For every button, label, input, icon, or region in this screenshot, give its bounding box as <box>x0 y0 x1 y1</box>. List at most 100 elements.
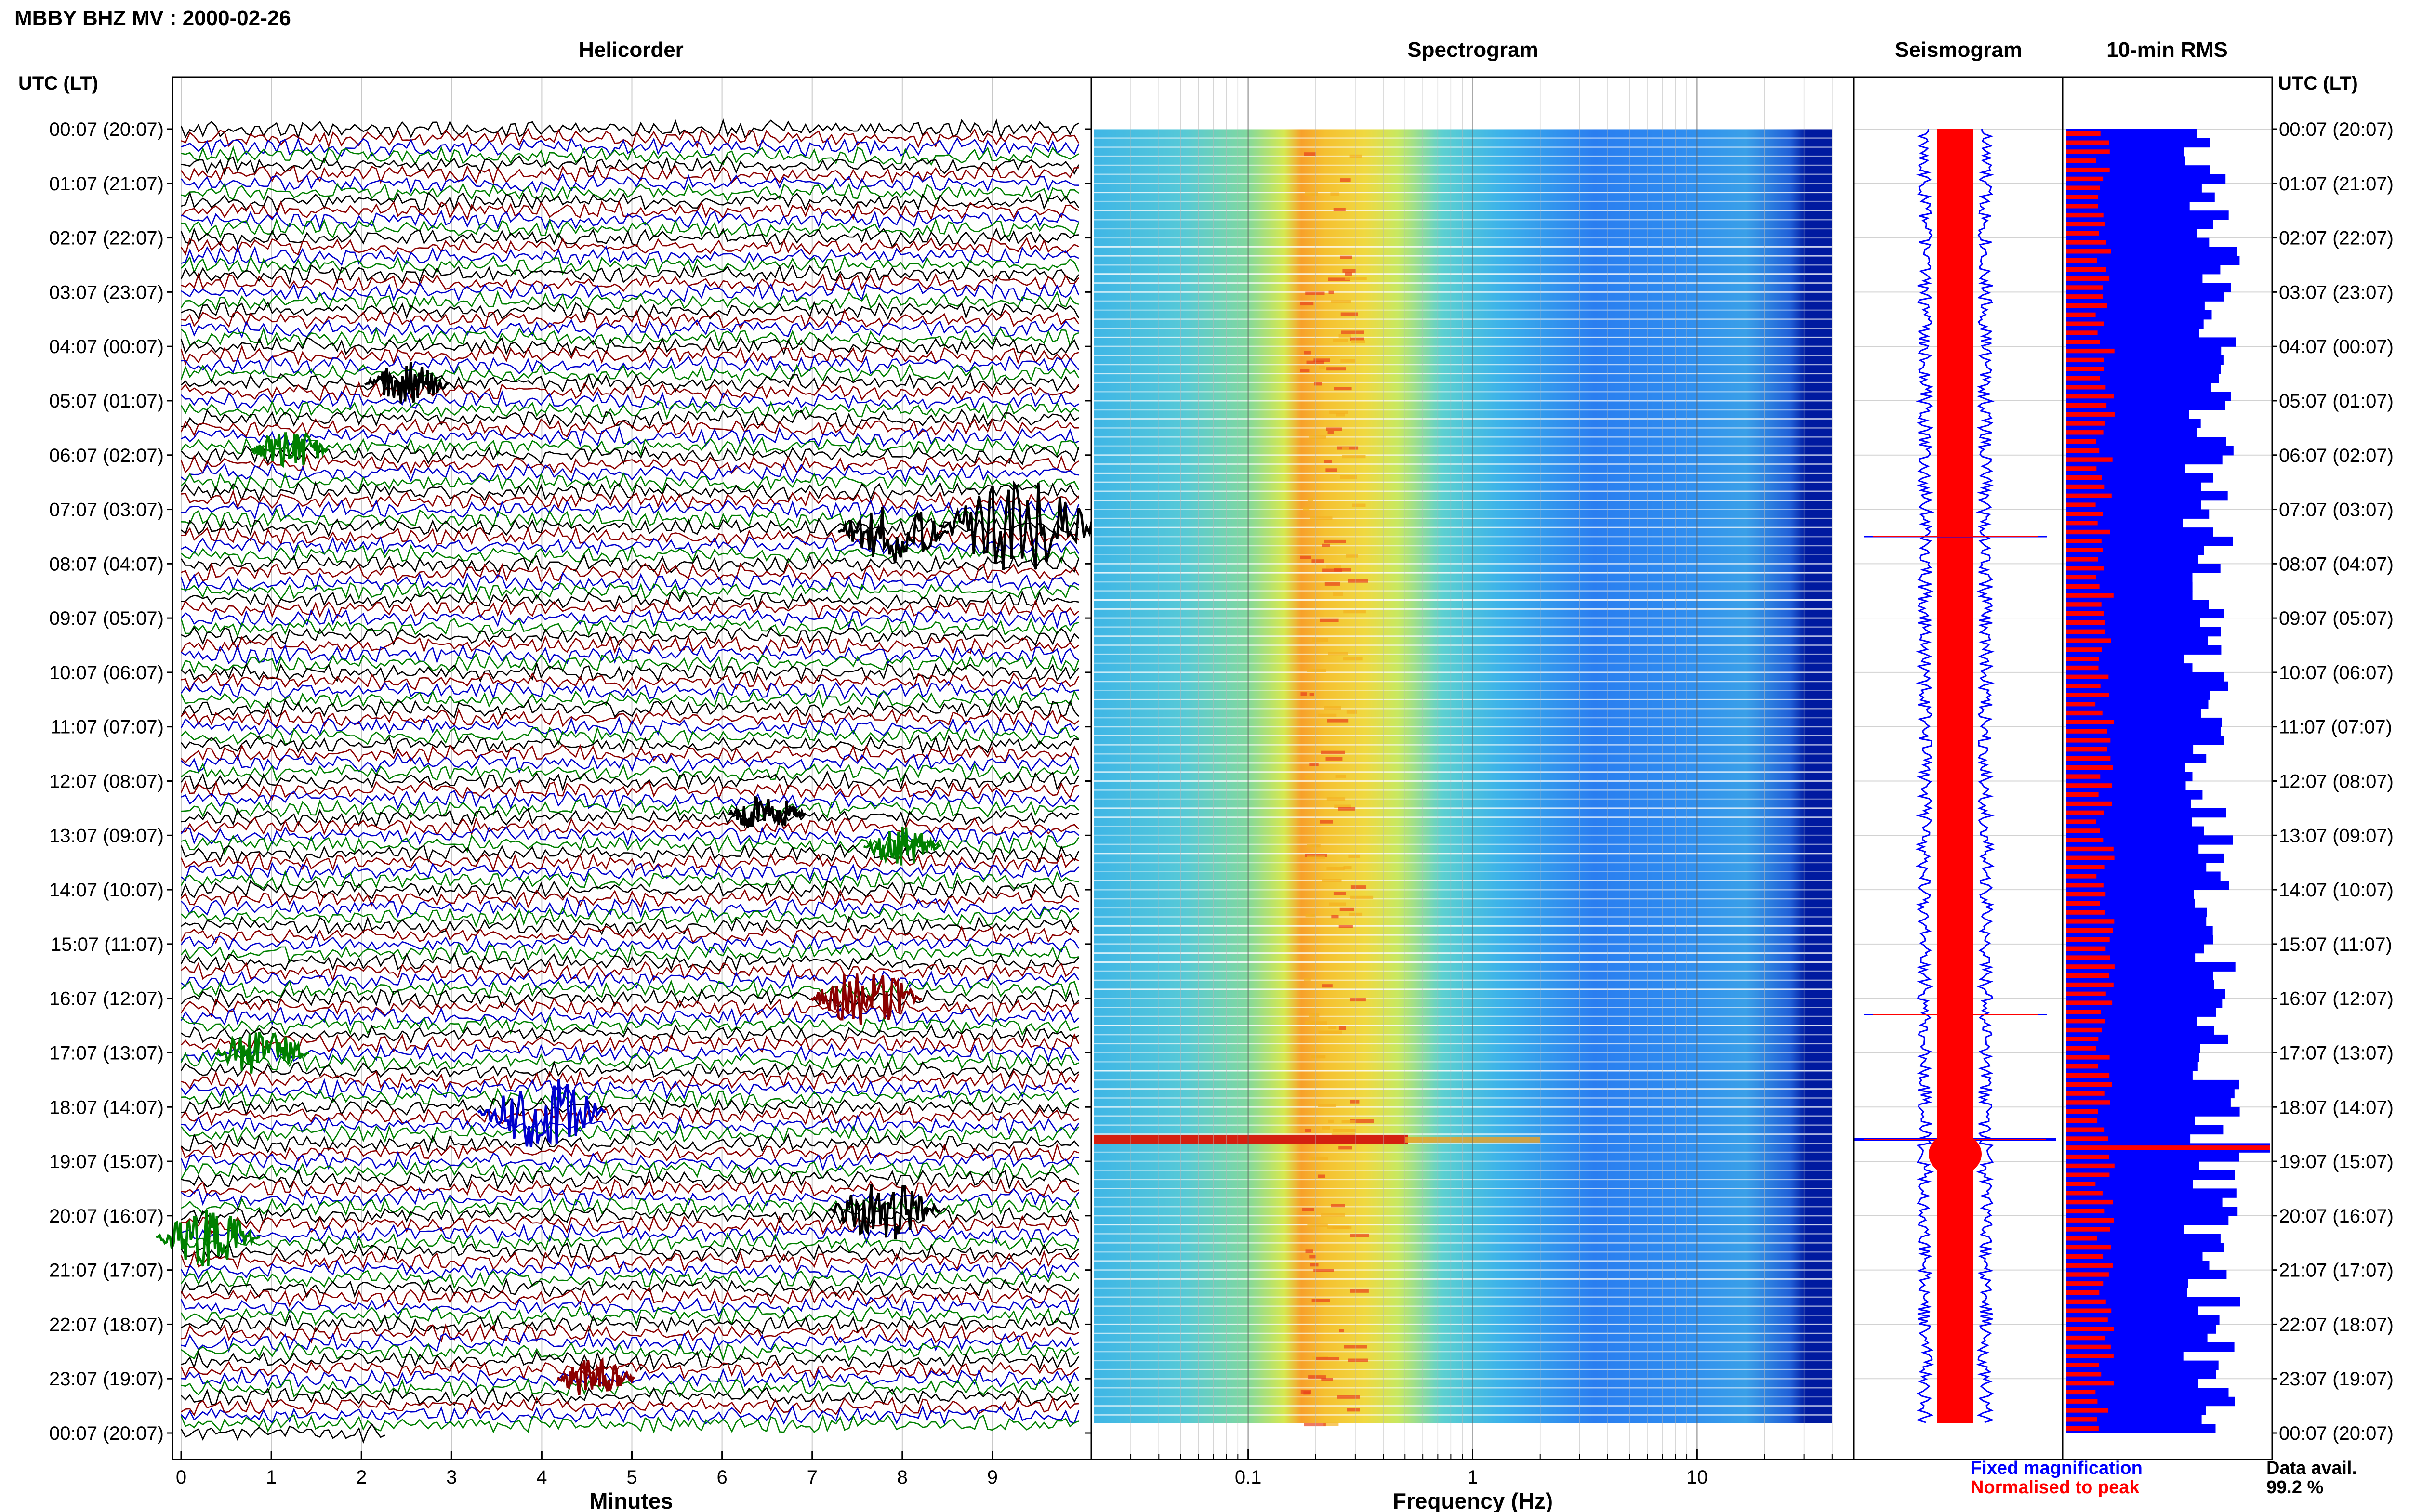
rms-bar-normalised <box>2066 1037 2099 1041</box>
rms-bar-normalised <box>2066 1399 2098 1404</box>
rms-bar-normalised <box>2066 729 2107 734</box>
spectrogram-speckle <box>1338 1026 1346 1030</box>
rms-bar-normalised <box>2066 376 2100 381</box>
rms-bar-normalised <box>2066 1263 2113 1268</box>
rms-bar-normalised <box>2066 1245 2111 1250</box>
spectrogram-panel <box>1091 77 1854 1459</box>
time-label-right: 11:07 (07:07) <box>2279 717 2392 738</box>
rms-bar-normalised <box>2066 865 2105 869</box>
spectrogram-speckle <box>1322 1126 1330 1130</box>
rms-bar-normalised <box>2066 539 2102 543</box>
spectrogram-speckle <box>1348 579 1368 583</box>
rms-bar-normalised <box>2066 1390 2096 1395</box>
spectrogram-speckle <box>1309 1013 1320 1017</box>
rms-bar-normalised <box>2066 566 2104 571</box>
spectrogram-speckle <box>1324 706 1341 710</box>
time-label-right: 09:07 (05:07) <box>2279 608 2394 629</box>
spectrogram-speckle <box>1304 152 1316 156</box>
rms-bar-normalised <box>2066 1335 2105 1341</box>
time-label-right: 01:07 (21:07) <box>2279 173 2394 195</box>
time-label-left: 00:07 (20:07) <box>49 119 164 140</box>
spectrogram-speckle <box>1328 1026 1337 1029</box>
time-label-right: 22:07 (18:07) <box>2279 1314 2394 1335</box>
rms-bar-normalised <box>2066 158 2096 163</box>
spectrogram-speckle <box>1300 555 1311 559</box>
rms-bar-normalised <box>2066 448 2100 453</box>
spectrogram-speckle <box>1338 334 1351 338</box>
spectrogram-speckle <box>1300 1390 1311 1394</box>
helicorder-x-tick-label: 4 <box>536 1467 547 1488</box>
rms-bar-normalised <box>2066 149 2110 154</box>
spectrogram-speckle <box>1326 367 1346 371</box>
rms-bar-normalised <box>2066 883 2104 888</box>
rms-bar-normalised <box>2066 611 2104 616</box>
rms-bar-normalised <box>2066 1417 2097 1422</box>
rms-bar-normalised <box>2066 756 2111 761</box>
rms-bar-normalised <box>2066 783 2112 788</box>
time-label-right: 10:07 (06:07) <box>2279 662 2394 684</box>
helicorder-x-tick-label: 8 <box>897 1467 908 1488</box>
time-label-right: 04:07 (00:07) <box>2279 336 2394 357</box>
spectrogram-speckle <box>1331 300 1351 303</box>
helicorder-x-tick-label: 6 <box>716 1467 727 1488</box>
rms-bar-normalised <box>2066 846 2114 852</box>
rms-bar-normalised <box>2066 1209 2105 1214</box>
time-label-left: 20:07 (16:07) <box>49 1206 164 1227</box>
spectrogram-speckle <box>1322 543 1330 547</box>
rms-bar-normalised <box>2066 457 2113 462</box>
rms-bar-normalised <box>2066 720 2114 724</box>
rms-bar-normalised <box>2066 1055 2110 1060</box>
rms-bar-normalised <box>2066 765 2113 770</box>
rms-bar-normalised <box>2066 1010 2101 1014</box>
rms-bar-normalised <box>2066 702 2096 707</box>
rms-bar-normalised <box>2066 475 2102 480</box>
rms-bar-normalised <box>2066 674 2109 679</box>
rms-bar-normalised <box>2066 792 2099 797</box>
rms-bar-normalised <box>2066 394 2114 399</box>
spectrogram-speckle <box>1335 774 1346 778</box>
rms-bar-normalised <box>2066 855 2115 860</box>
spectrogram-speckle <box>1309 435 1326 439</box>
spectrogram-speckle <box>1348 854 1360 858</box>
spectrogram-speckle <box>1304 1423 1326 1427</box>
rms-bar-normalised <box>2066 1227 2110 1232</box>
rms-bar-normalised <box>2066 285 2103 290</box>
rms-bar-normalised <box>2066 928 2113 933</box>
rms-bar-normalised <box>2066 991 2106 996</box>
time-label-left: 08:07 (04:07) <box>49 553 164 575</box>
panel-title-spectrogram: Spectrogram <box>1407 38 1538 62</box>
rms-bar-normalised <box>2066 747 2107 752</box>
rms-bar-normalised <box>2066 657 2099 661</box>
rms-bar-normalised <box>2066 620 2105 625</box>
rms-bar-normalised <box>2066 167 2110 172</box>
spectrogram-speckle <box>1309 1157 1328 1160</box>
seismogram-normalised <box>1937 129 1973 1423</box>
rms-bar-normalised <box>2066 1408 2108 1413</box>
spectrogram-speckle <box>1309 693 1314 697</box>
spectrogram-speckle <box>1326 565 1341 569</box>
spectrogram-speckle <box>1340 475 1357 479</box>
spectrogram-speckle <box>1320 820 1333 824</box>
spectrogram-speckle <box>1337 1395 1360 1399</box>
rms-bar-normalised <box>2066 439 2096 444</box>
rms-bar-normalised <box>2066 919 2115 924</box>
time-label-left: 03:07 (23:07) <box>49 282 164 303</box>
rms-bar-normalised <box>2066 412 2115 417</box>
rms-bar-normalised <box>2066 557 2098 562</box>
time-label-left: 09:07 (05:07) <box>49 608 164 629</box>
time-label-right: 12:07 (08:07) <box>2279 771 2394 792</box>
spectrogram-speckle <box>1350 885 1366 889</box>
spectrogram-x-tick-label: 10 <box>1686 1467 1708 1488</box>
rms-bar-normalised <box>2066 1046 2096 1051</box>
spectrogram-speckle <box>1321 750 1345 754</box>
spectrogram-speckle <box>1330 192 1340 196</box>
rms-bar-normalised <box>2066 937 2110 942</box>
spectrogram-speckle <box>1321 1213 1345 1217</box>
rms-bar-normalised <box>2066 1100 2110 1105</box>
spectrogram-speckle <box>1327 431 1334 434</box>
spectrogram-speckle <box>1332 1129 1356 1132</box>
rms-bar-normalised <box>2066 385 2106 390</box>
rms-bar-normalised <box>2066 584 2100 589</box>
spectrogram-speckle <box>1333 892 1346 895</box>
helicorder-x-label: Minutes <box>589 1488 673 1512</box>
